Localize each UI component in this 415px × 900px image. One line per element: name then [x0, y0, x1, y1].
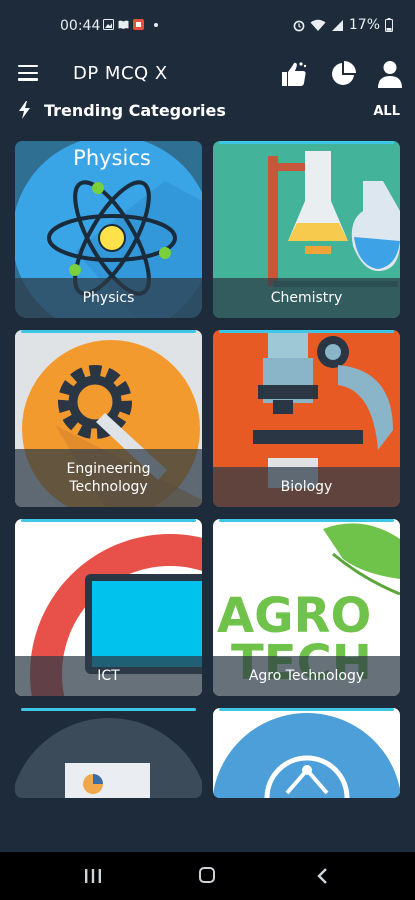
card-accent: [21, 708, 196, 711]
category-label: ICT: [15, 656, 202, 696]
status-time: 00:44: [60, 18, 101, 34]
category-card-8[interactable]: [213, 708, 400, 798]
more-notifications-dot: [154, 22, 158, 27]
category-card-engineering-technology[interactable]: Engineering Technology: [15, 330, 202, 507]
app-title: DP MCQ X: [73, 63, 168, 84]
back-icon[interactable]: [316, 868, 328, 884]
battery-icon: [385, 18, 393, 32]
category-label: Physics: [15, 278, 202, 318]
gallery-icon: [103, 19, 114, 30]
category-label: Engineering Technology: [15, 449, 202, 507]
app-notification-icon: [133, 19, 144, 30]
network-icon: [213, 708, 400, 798]
status-bar: 00:44 17%: [0, 0, 415, 50]
recents-icon[interactable]: [84, 869, 102, 883]
book-icon: [118, 20, 129, 29]
card-accent: [219, 141, 394, 144]
bolt-icon: [19, 101, 30, 119]
system-nav-bar: [0, 852, 415, 900]
trending-header: Trending Categories ALL: [0, 98, 415, 124]
pie-chart-icon[interactable]: [330, 61, 356, 87]
thumbs-up-icon[interactable]: [279, 59, 309, 89]
category-label: Chemistry: [213, 278, 400, 318]
alarm-icon: [293, 20, 305, 31]
battery-percent: 17%: [348, 17, 380, 33]
signal-icon: [331, 19, 343, 31]
wifi-icon: [310, 19, 326, 31]
status-right: 17%: [293, 17, 393, 33]
physics-art-title: Physics: [73, 146, 151, 170]
app-screen: 00:44 17% DP MCQ X Trending Categories A…: [0, 0, 415, 852]
category-card-physics[interactable]: Physics Physics: [15, 141, 202, 318]
card-accent: [21, 519, 196, 522]
top-app-bar: DP MCQ X: [0, 55, 415, 95]
chart-screen-icon: [15, 708, 202, 798]
category-card-7[interactable]: [15, 708, 202, 798]
card-accent: [219, 519, 394, 522]
category-card-chemistry[interactable]: Chemistry: [213, 141, 400, 318]
card-accent: [219, 330, 394, 333]
menu-icon[interactable]: [18, 65, 38, 81]
profile-icon[interactable]: [377, 60, 403, 88]
card-accent: [219, 708, 394, 711]
category-label: Agro Technology: [213, 656, 400, 696]
section-title: Trending Categories: [44, 101, 226, 120]
card-accent: [21, 330, 196, 333]
category-card-biology[interactable]: Biology: [213, 330, 400, 507]
notification-icons: [103, 19, 158, 30]
home-icon[interactable]: [199, 867, 215, 883]
category-label: Biology: [213, 467, 400, 507]
view-all-link[interactable]: ALL: [373, 104, 400, 119]
category-card-ict[interactable]: ICT: [15, 519, 202, 696]
category-card-agro-technology[interactable]: AGRO TECH Agro Technology: [213, 519, 400, 696]
